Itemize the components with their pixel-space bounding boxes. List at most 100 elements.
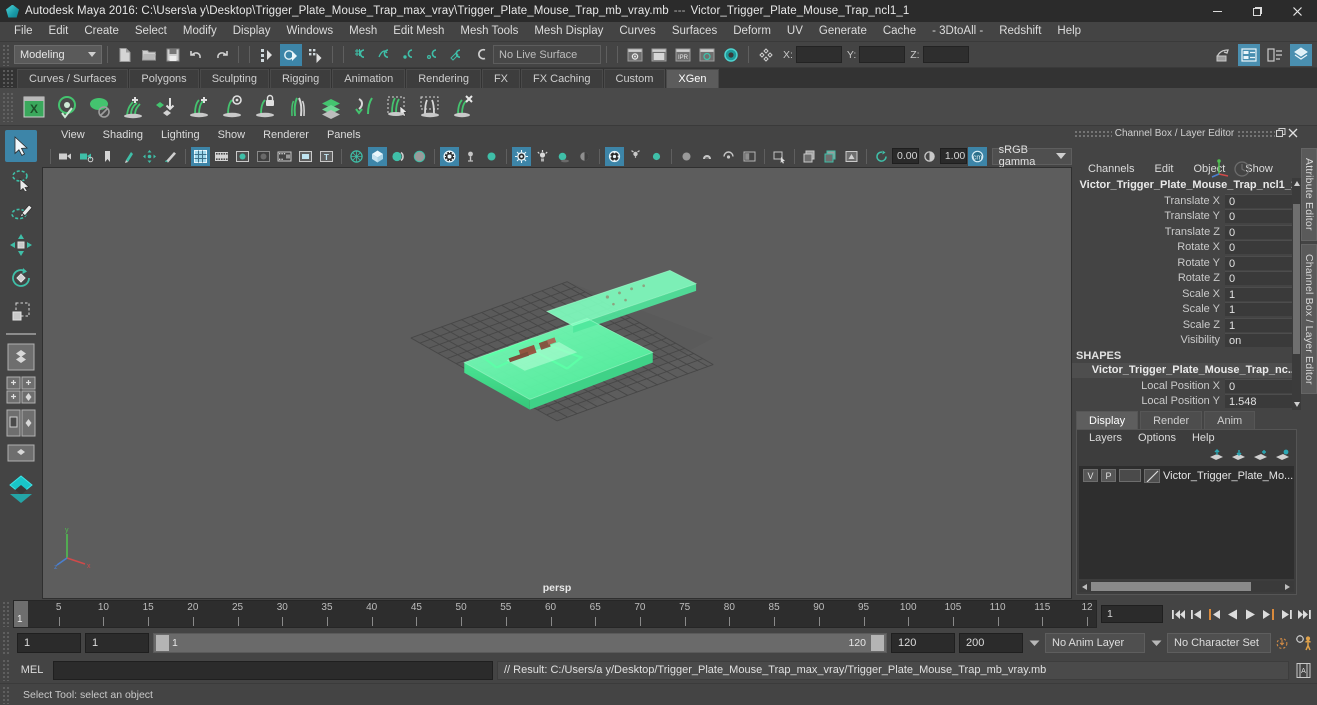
snap-to-curve-icon[interactable] (374, 44, 396, 66)
tab-attribute-editor[interactable]: Attribute Editor (1301, 148, 1317, 241)
shaded-textured-icon[interactable] (389, 147, 408, 166)
xray-shading-icon[interactable] (842, 147, 861, 166)
channel-row-scale-y[interactable]: Scale Y 1 (1072, 302, 1301, 318)
xgen-region-icon[interactable] (413, 90, 446, 123)
view-transform-icon[interactable] (740, 147, 759, 166)
animation-end-field[interactable]: 200 (959, 633, 1023, 653)
chevron-down-icon[interactable] (1027, 633, 1041, 653)
render-view-icon[interactable] (624, 44, 646, 66)
bookmark-icon[interactable] (98, 147, 117, 166)
layer-visibility-toggle[interactable]: V (1083, 469, 1098, 482)
viewport-menu-panels[interactable]: Panels (318, 126, 370, 145)
select-by-object-icon[interactable] (280, 44, 302, 66)
rotate-tool[interactable] (5, 262, 37, 294)
play-backwards-icon[interactable] (1224, 605, 1241, 624)
use-all-lights-icon[interactable] (533, 147, 552, 166)
time-slider[interactable]: 1 51015202530354045505560657075808590951… (13, 600, 1097, 628)
viewport-menu-lighting[interactable]: Lighting (152, 126, 209, 145)
menu-file[interactable]: File (6, 22, 41, 41)
layer-menu-help[interactable]: Help (1184, 429, 1223, 448)
menu-mesh-display[interactable]: Mesh Display (526, 22, 611, 41)
perspective-viewport[interactable]: y z x persp (42, 167, 1072, 599)
command-language-label[interactable]: MEL (15, 664, 49, 676)
shadows-icon[interactable] (554, 147, 573, 166)
menu-cache[interactable]: Cache (875, 22, 924, 41)
film-origin-icon[interactable] (275, 147, 294, 166)
color-management-toggle-icon[interactable]: cm (968, 147, 987, 166)
texture-filter-icon[interactable] (719, 147, 738, 166)
viewport-menu-show[interactable]: Show (209, 126, 255, 145)
channel-value[interactable]: 1.548 (1225, 394, 1301, 408)
menu-uv[interactable]: UV (779, 22, 811, 41)
new-layer-icon[interactable] (1253, 449, 1268, 462)
ipr-render-icon[interactable]: IPR (672, 44, 694, 66)
hypershade-persp-layout[interactable] (4, 473, 38, 505)
layer-type-toggle[interactable] (1119, 469, 1141, 482)
shape-node-name[interactable]: Victor_Trigger_Plate_Mouse_Trap_nc... (1072, 363, 1301, 378)
channel-box-scroll-thumb[interactable] (1293, 204, 1300, 354)
tab-channel-box-layer-editor[interactable]: Channel Box / Layer Editor (1301, 244, 1317, 395)
shelf-grip[interactable] (2, 69, 13, 87)
attribute-editor-toggle-icon[interactable] (1238, 44, 1260, 66)
channel-row-local-position-y[interactable]: Local Position Y 1.548 (1072, 394, 1301, 410)
new-layer-from-selected-icon[interactable] (1275, 449, 1290, 462)
channel-row-visibility[interactable]: Visibility on (1072, 333, 1301, 349)
channel-value[interactable]: on (1225, 333, 1301, 347)
undock-icon[interactable] (1275, 127, 1287, 139)
animation-preferences-icon[interactable] (1293, 633, 1317, 653)
make-live-icon[interactable] (470, 44, 492, 66)
snap-to-projected-center-icon[interactable] (422, 44, 444, 66)
grid-toggle-icon[interactable] (191, 147, 210, 166)
redo-icon[interactable] (210, 44, 232, 66)
camera-attributes-icon[interactable] (77, 147, 96, 166)
xgen-preview-icon[interactable] (50, 90, 83, 123)
select-by-hierarchy-icon[interactable] (256, 44, 278, 66)
time-slider-grip[interactable] (2, 601, 11, 627)
xgen-lock-guide-icon[interactable] (248, 90, 281, 123)
menu-generate[interactable]: Generate (811, 22, 875, 41)
coord-z-field[interactable] (923, 46, 969, 63)
channel-value[interactable]: 1 (1225, 287, 1301, 301)
animation-start-field[interactable]: 1 (17, 633, 81, 653)
menu-surfaces[interactable]: Surfaces (664, 22, 725, 41)
command-input-field[interactable] (53, 661, 493, 680)
paint-select-tool[interactable] (5, 196, 37, 228)
minimize-icon[interactable] (1197, 0, 1237, 22)
menu-select[interactable]: Select (127, 22, 175, 41)
resolution-gate-icon[interactable] (233, 147, 252, 166)
range-start-field[interactable]: 1 (85, 633, 149, 653)
channel-row-translate-z[interactable]: Translate Z 0 (1072, 224, 1301, 240)
shelf-tab-curves-surfaces[interactable]: Curves / Surfaces (17, 69, 128, 88)
channel-row-rotate-x[interactable]: Rotate X 0 (1072, 240, 1301, 256)
character-set-selector[interactable]: No Character Set (1167, 633, 1271, 653)
isolate-select-icon[interactable] (677, 147, 696, 166)
channel-value[interactable]: 0 (1225, 271, 1301, 285)
scroll-down-icon[interactable] (1292, 398, 1301, 410)
wireframe-shading-icon[interactable] (347, 147, 366, 166)
auto-keyframe-icon[interactable] (1275, 633, 1289, 653)
shelf-tab-xgen[interactable]: XGen (666, 69, 718, 88)
layer-row[interactable]: V P Victor_Trigger_Plate_Mo... (1079, 466, 1294, 483)
viewport-menu-shading[interactable]: Shading (94, 126, 152, 145)
go-to-end-icon[interactable] (1296, 605, 1313, 624)
x-ray-active-components-icon[interactable] (482, 147, 501, 166)
xgen-layer-icon[interactable] (314, 90, 347, 123)
isolate-select-toggle-icon[interactable] (770, 147, 789, 166)
x-ray-joints-icon[interactable] (461, 147, 480, 166)
menu-display[interactable]: Display (225, 22, 279, 41)
channel-row-translate-y[interactable]: Translate Y 0 (1072, 209, 1301, 225)
channel-row-translate-x[interactable]: Translate X 0 (1072, 193, 1301, 209)
channel-row-rotate-z[interactable]: Rotate Z 0 (1072, 271, 1301, 287)
display-texture-icon[interactable] (698, 147, 717, 166)
tool-settings-toggle-icon[interactable] (1264, 44, 1286, 66)
shelf-tab-rendering[interactable]: Rendering (406, 69, 481, 88)
channel-box-scrollbar[interactable] (1292, 178, 1301, 410)
xgen-preview-guide-icon[interactable] (215, 90, 248, 123)
channel-value[interactable]: 0 (1225, 256, 1301, 270)
gate-mask-icon[interactable] (254, 147, 273, 166)
coord-x-field[interactable] (796, 46, 842, 63)
smooth-preview-cage-icon[interactable] (821, 147, 840, 166)
channel-box-attribute-list[interactable]: Victor_Trigger_Plate_Mouse_Trap_ncl1_1 T… (1072, 178, 1301, 410)
layer-list-scrollbar[interactable] (1079, 581, 1294, 592)
film-gate-icon[interactable] (212, 147, 231, 166)
